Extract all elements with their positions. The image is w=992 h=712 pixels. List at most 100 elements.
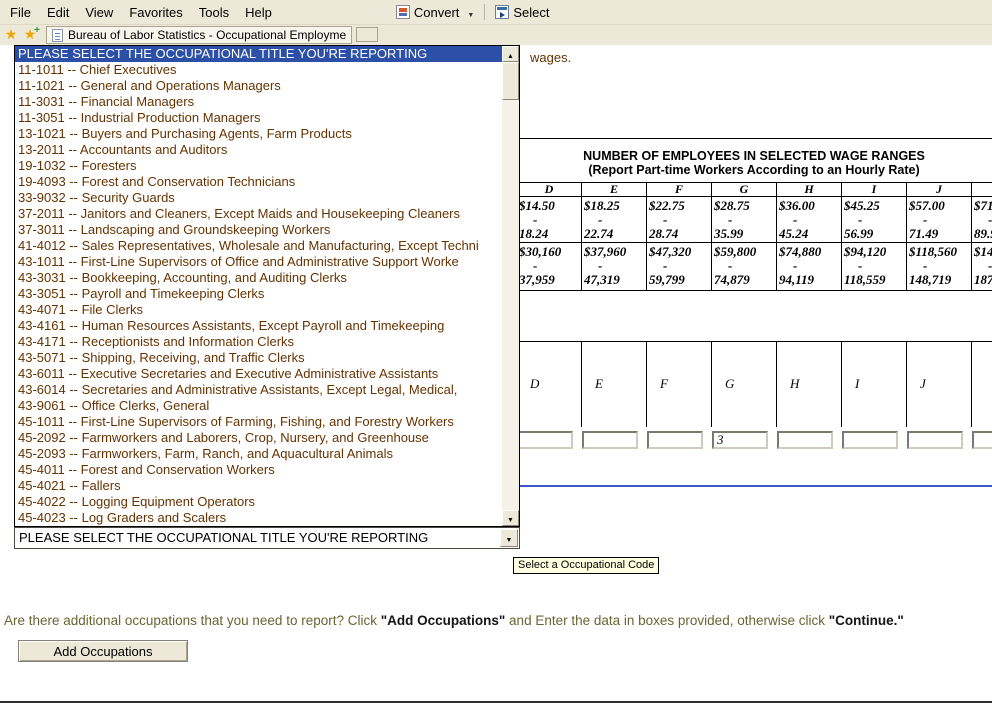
annual-range-cell: $74,880 - 94,119 [777, 243, 841, 291]
scroll-down-button[interactable] [502, 510, 519, 526]
entry-column-letter: J [920, 376, 926, 392]
scrollbar-thumb[interactable] [502, 62, 519, 100]
occupation-option[interactable]: 45-4023 -- Log Graders and Scalers [15, 510, 502, 526]
occupation-option[interactable]: 45-4022 -- Logging Equipment Operators [15, 494, 502, 510]
occupation-option[interactable]: 11-3051 -- Industrial Production Manager… [15, 110, 502, 126]
occupation-option[interactable]: 19-1032 -- Foresters [15, 158, 502, 174]
occupation-option[interactable]: 43-3051 -- Payroll and Timekeeping Clerk… [15, 286, 502, 302]
wage-range-letter: F [647, 183, 711, 197]
browser-tab[interactable]: Bureau of Labor Statistics - Occupationa… [46, 26, 352, 44]
entry-column-letter: G [725, 376, 734, 392]
annual-high-value: 148,719 [909, 273, 971, 287]
occupation-option[interactable]: 43-5071 -- Shipping, Receiving, and Traf… [15, 350, 502, 366]
add-occupations-button[interactable]: Add Occupations [18, 640, 188, 662]
annual-low-value: $37,960 [584, 245, 646, 259]
wage-range-column: K $71.50 - 89.99 $148,720 - 187,199 [972, 183, 992, 291]
hourly-range-cell: $57.00 - 71.49 [907, 197, 971, 243]
occupation-option[interactable]: 43-4161 -- Human Resources Assistants, E… [15, 318, 502, 334]
occupational-code-tooltip: Select a Occupational Code [513, 557, 659, 574]
menu-item-edit[interactable]: Edit [39, 2, 77, 23]
hourly-low-value: $45.25 [844, 199, 906, 213]
menu-item-file[interactable]: File [2, 2, 39, 23]
occupation-option[interactable]: 45-2093 -- Farmworkers, Farm, Ranch, and… [15, 446, 502, 462]
favorites-star-icon[interactable] [3, 26, 19, 42]
wage-range-column: H $36.00 - 45.24 $74,880 - 94,119 [777, 183, 842, 291]
range-dash: - [779, 213, 841, 227]
window-bottom-edge [0, 701, 992, 703]
annual-high-value: 187,199 [974, 273, 992, 287]
occupation-option[interactable]: 45-2092 -- Farmworkers and Laborers, Cro… [15, 430, 502, 446]
select-arrow-button[interactable] [500, 529, 518, 547]
occupation-option[interactable]: 43-9061 -- Office Clerks, General [15, 398, 502, 414]
hourly-low-value: $14.50 [519, 199, 581, 213]
wage-range-column: G $28.75 - 35.99 $59,800 - 74,879 [712, 183, 777, 291]
menu-item-help[interactable]: Help [237, 2, 280, 23]
entry-column-letter: E [595, 376, 603, 392]
convert-button[interactable]: Convert [392, 3, 464, 22]
occupation-option[interactable]: 37-2011 -- Janitors and Cleaners, Except… [15, 206, 502, 222]
occupation-option[interactable]: 43-4171 -- Receptionists and Information… [15, 334, 502, 350]
occupation-option[interactable]: 11-1011 -- Chief Executives [15, 62, 502, 78]
entry-grid-column: H [777, 342, 842, 427]
entry-grid-column [972, 342, 992, 427]
range-dash: - [974, 259, 992, 273]
employee-count-input-i[interactable] [842, 431, 898, 449]
select-label: Select [513, 5, 549, 20]
toolbar-separator [484, 4, 485, 20]
menu-item-tools[interactable]: Tools [191, 2, 237, 23]
hourly-high-value: 35.99 [714, 227, 776, 241]
entry-grid-column: F [647, 342, 712, 427]
annual-low-value: $118,560 [909, 245, 971, 259]
convert-select-toolbar: Convert Select [392, 3, 554, 22]
occupation-option[interactable]: 43-6014 -- Secretaries and Administrativ… [15, 382, 502, 398]
dropdown-prompt-option[interactable]: PLEASE SELECT THE OCCUPATIONAL TITLE YOU… [15, 46, 502, 62]
occupation-option[interactable]: 11-1021 -- General and Operations Manage… [15, 78, 502, 94]
employee-count-input-f[interactable] [647, 431, 703, 449]
annual-range-cell: $118,560 - 148,719 [907, 243, 971, 291]
hourly-range-cell: $28.75 - 35.99 [712, 197, 776, 243]
menu-bar: File Edit View Favorites Tools Help Conv… [0, 0, 992, 25]
entry-column-letter: F [660, 376, 668, 392]
occupation-option[interactable]: 13-1021 -- Buyers and Purchasing Agents,… [15, 126, 502, 142]
employee-count-input-d[interactable] [517, 431, 573, 449]
occupation-option[interactable]: 41-4012 -- Sales Representatives, Wholes… [15, 238, 502, 254]
hourly-range-cell: $22.75 - 28.74 [647, 197, 711, 243]
hourly-range-cell: $18.25 - 22.74 [582, 197, 646, 243]
annual-low-value: $148,720 [974, 245, 992, 259]
occupation-option[interactable]: 13-2011 -- Accountants and Auditors [15, 142, 502, 158]
occupation-option[interactable]: 45-1011 -- First-Line Supervisors of Far… [15, 414, 502, 430]
employee-count-input-h[interactable] [777, 431, 833, 449]
occupation-option[interactable]: 11-3031 -- Financial Managers [15, 94, 502, 110]
occupation-option[interactable]: 43-4071 -- File Clerks [15, 302, 502, 318]
occupation-option[interactable]: 43-3031 -- Bookkeeping, Accounting, and … [15, 270, 502, 286]
occupation-select[interactable]: PLEASE SELECT THE OCCUPATIONAL TITLE YOU… [14, 527, 520, 549]
menu-item-favorites[interactable]: Favorites [121, 2, 190, 23]
hourly-low-value: $57.00 [909, 199, 971, 213]
tab-title: Bureau of Labor Statistics - Occupationa… [68, 28, 346, 42]
select-button[interactable]: Select [491, 3, 553, 22]
employee-count-input-e[interactable] [582, 431, 638, 449]
occupation-option[interactable]: 33-9032 -- Security Guards [15, 190, 502, 206]
dropdown-scrollbar[interactable] [502, 46, 519, 526]
menu-item-view[interactable]: View [77, 2, 121, 23]
employee-count-input-g[interactable] [712, 431, 768, 449]
entry-column-letter: D [530, 376, 539, 392]
range-dash: - [974, 213, 992, 227]
hourly-high-value: 22.74 [584, 227, 646, 241]
occupation-option[interactable]: 45-4021 -- Fallers [15, 478, 502, 494]
tab-row-button[interactable] [356, 27, 378, 42]
occupation-option[interactable]: 45-4011 -- Forest and Conservation Worke… [15, 462, 502, 478]
range-dash: - [649, 259, 711, 273]
annual-range-cell: $94,120 - 118,559 [842, 243, 906, 291]
occupation-option[interactable]: 43-1011 -- First-Line Supervisors of Off… [15, 254, 502, 270]
occupation-option[interactable]: 43-6011 -- Executive Secretaries and Exe… [15, 366, 502, 382]
employee-count-input-k[interactable] [972, 431, 992, 449]
add-favorite-icon[interactable] [22, 26, 38, 42]
scroll-up-button[interactable] [502, 46, 519, 62]
hourly-low-value: $22.75 [649, 199, 711, 213]
employee-count-input-j[interactable] [907, 431, 963, 449]
chevron-down-icon[interactable] [463, 5, 478, 20]
occupation-option[interactable]: 19-4093 -- Forest and Conservation Techn… [15, 174, 502, 190]
occupation-option[interactable]: 37-3011 -- Landscaping and Groundskeepin… [15, 222, 502, 238]
entry-column-letter: H [790, 376, 799, 392]
